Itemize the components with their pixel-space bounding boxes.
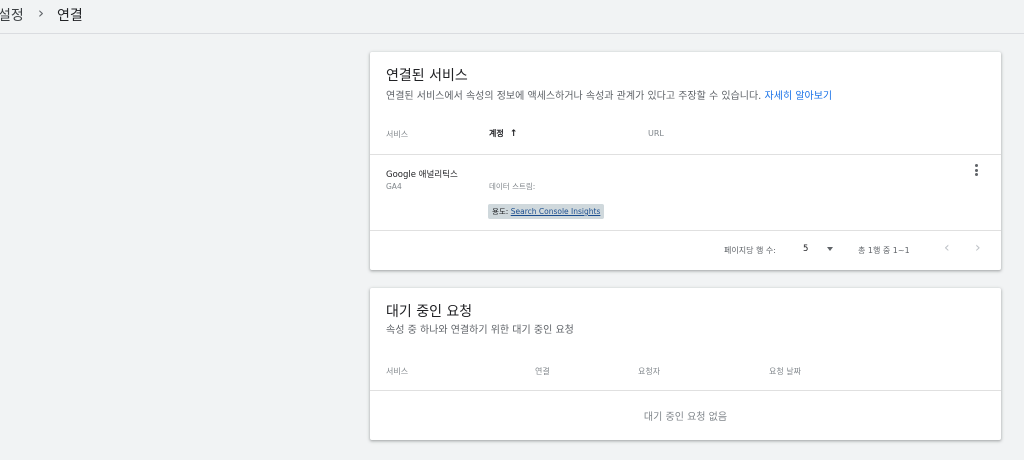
column-header-service[interactable]: 서비스 <box>386 366 408 377</box>
row-divider <box>370 230 1001 231</box>
pending-requests-card: 대기 중인 요청 속성 중 하나와 연결하기 위한 대기 중인 요청 서비스 연… <box>370 288 1001 440</box>
usage-prefix: 용도: <box>492 207 511 216</box>
column-header-url[interactable]: URL <box>648 129 664 138</box>
linked-services-subtitle: 연결된 서비스에서 속성의 정보에 액세스하거나 속성과 관계가 있다고 주장할… <box>386 91 765 102</box>
pending-requests-title: 대기 중인 요청 <box>386 304 473 320</box>
linked-services-title: 연결된 서비스 <box>386 68 468 84</box>
search-console-insights-link[interactable]: Search Console Insights <box>511 207 601 216</box>
service-name: Google 애널리틱스 <box>386 170 458 180</box>
breadcrumb-current: 연결 <box>57 8 83 24</box>
header-divider <box>370 390 1001 391</box>
chevron-left-icon[interactable]: ‹ <box>944 240 950 256</box>
rows-per-page-select[interactable]: 5 <box>803 244 808 254</box>
column-header-request-date[interactable]: 요청 날짜 <box>769 366 801 377</box>
more-vert-icon[interactable] <box>969 162 983 178</box>
chevron-right-icon: › <box>38 4 44 22</box>
column-header-account-label: 계정 <box>489 129 504 138</box>
learn-more-link[interactable]: 자세히 알아보기 <box>765 91 833 102</box>
pending-requests-subtitle: 속성 중 하나와 연결하기 위한 대기 중인 요청 <box>386 325 574 336</box>
service-type: GA4 <box>386 182 402 191</box>
linked-services-card: 연결된 서비스 연결된 서비스에서 속성의 정보에 액세스하거나 속성과 관계가… <box>370 52 1001 270</box>
column-header-link[interactable]: 연결 <box>535 366 550 377</box>
linked-services-description: 연결된 서비스에서 속성의 정보에 액세스하거나 속성과 관계가 있다고 주장할… <box>386 87 832 102</box>
rows-per-page-label: 페이지당 행 수: <box>724 246 776 255</box>
column-header-requester[interactable]: 요청자 <box>638 366 660 377</box>
column-header-service[interactable]: 서비스 <box>386 129 408 140</box>
breadcrumb: 설정 › 연결 <box>0 0 1024 34</box>
chevron-right-icon[interactable]: › <box>975 240 981 256</box>
column-header-account[interactable]: 계정 ↑ <box>489 128 517 139</box>
header-divider <box>370 154 1001 155</box>
data-stream-label: 데이터 스트림: <box>489 182 536 191</box>
caret-down-icon[interactable] <box>827 247 833 251</box>
breadcrumb-settings[interactable]: 설정 <box>0 5 24 25</box>
empty-state-message: 대기 중인 요청 없음 <box>643 412 728 423</box>
arrow-up-icon: ↑ <box>509 129 518 139</box>
pagination-range: 총 1행 중 1~1 <box>858 246 910 255</box>
usage-chip: 용도: Search Console Insights <box>488 204 605 219</box>
